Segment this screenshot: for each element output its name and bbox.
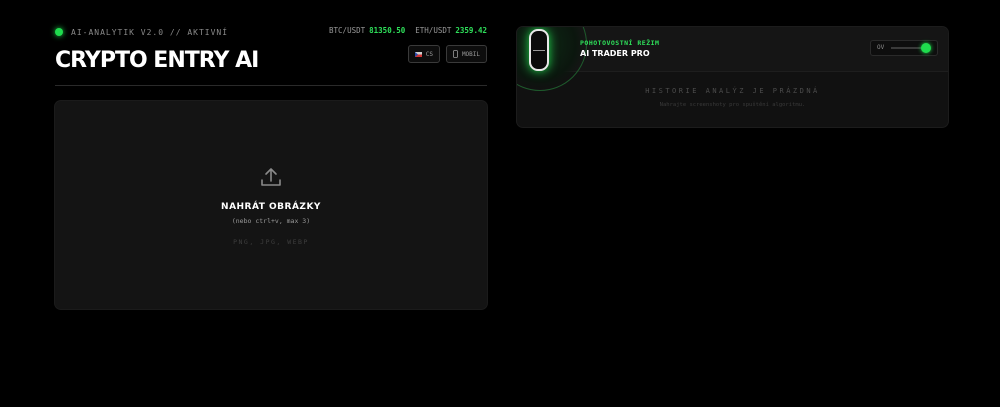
analysis-history-panel: POHOTOVOSTNÍ REŽIM AI TRADER PRO OV HIST…	[517, 27, 948, 127]
flag-icon	[414, 51, 422, 57]
ticker-pair: ETH/USDT	[415, 26, 452, 35]
toggle-label: OV	[877, 44, 885, 51]
mode-toggle[interactable]: OV	[870, 40, 938, 56]
mobile-label: MOBIL	[461, 50, 480, 58]
mode-label: POHOTOVOSTNÍ REŽIM	[580, 39, 660, 47]
ticker-eth: ETH/USDT 2359.42	[415, 26, 487, 35]
empty-history-subtitle: Nahrajte screenshoty pro spuštění algori…	[659, 102, 806, 108]
header-buttons: CS MOBIL	[407, 45, 487, 63]
language-button[interactable]: CS	[407, 45, 440, 63]
price-tickers: BTC/USDT 81350.50 ETH/USDT 2359.42	[329, 26, 487, 35]
main-column: AI-ANALYTIK V2.0 // AKTIVNÍ BTC/USDT 8135…	[55, 24, 487, 309]
ticker-pair: BTC/USDT	[329, 26, 366, 35]
mode-name: AI TRADER PRO	[580, 49, 650, 58]
upload-dropzone[interactable]: NAHRÁT OBRÁZKY (nebo ctrl+v, max 3) PNG,…	[55, 101, 487, 309]
status-dot-icon	[55, 28, 63, 36]
ticker-price: 81350.50	[369, 26, 406, 35]
pill-line	[533, 50, 545, 51]
language-label: CS	[425, 50, 433, 58]
upload-icon	[261, 168, 281, 186]
upload-title: NAHRÁT OBRÁZKY	[221, 202, 321, 212]
power-glow	[517, 27, 587, 91]
power-pill-icon[interactable]	[529, 29, 549, 71]
status-text: AI-ANALYTIK V2.0 // AKTIVNÍ	[71, 27, 229, 37]
toggle-knob[interactable]	[921, 43, 931, 53]
ticker-price: 2359.42	[455, 26, 487, 35]
ticker-btc: BTC/USDT 81350.50	[329, 26, 405, 35]
mobile-button[interactable]: MOBIL	[445, 45, 487, 63]
empty-history-title: HISTORIE ANALÝZ JE PRÁZDNÁ	[645, 87, 820, 95]
header-divider	[55, 85, 487, 86]
phone-icon	[453, 50, 458, 58]
panel-header: POHOTOVOSTNÍ REŽIM AI TRADER PRO OV	[517, 27, 948, 91]
upload-hint: (nebo ctrl+v, max 3)	[231, 217, 311, 225]
upload-formats: PNG, JPG, WEBP	[233, 238, 309, 246]
